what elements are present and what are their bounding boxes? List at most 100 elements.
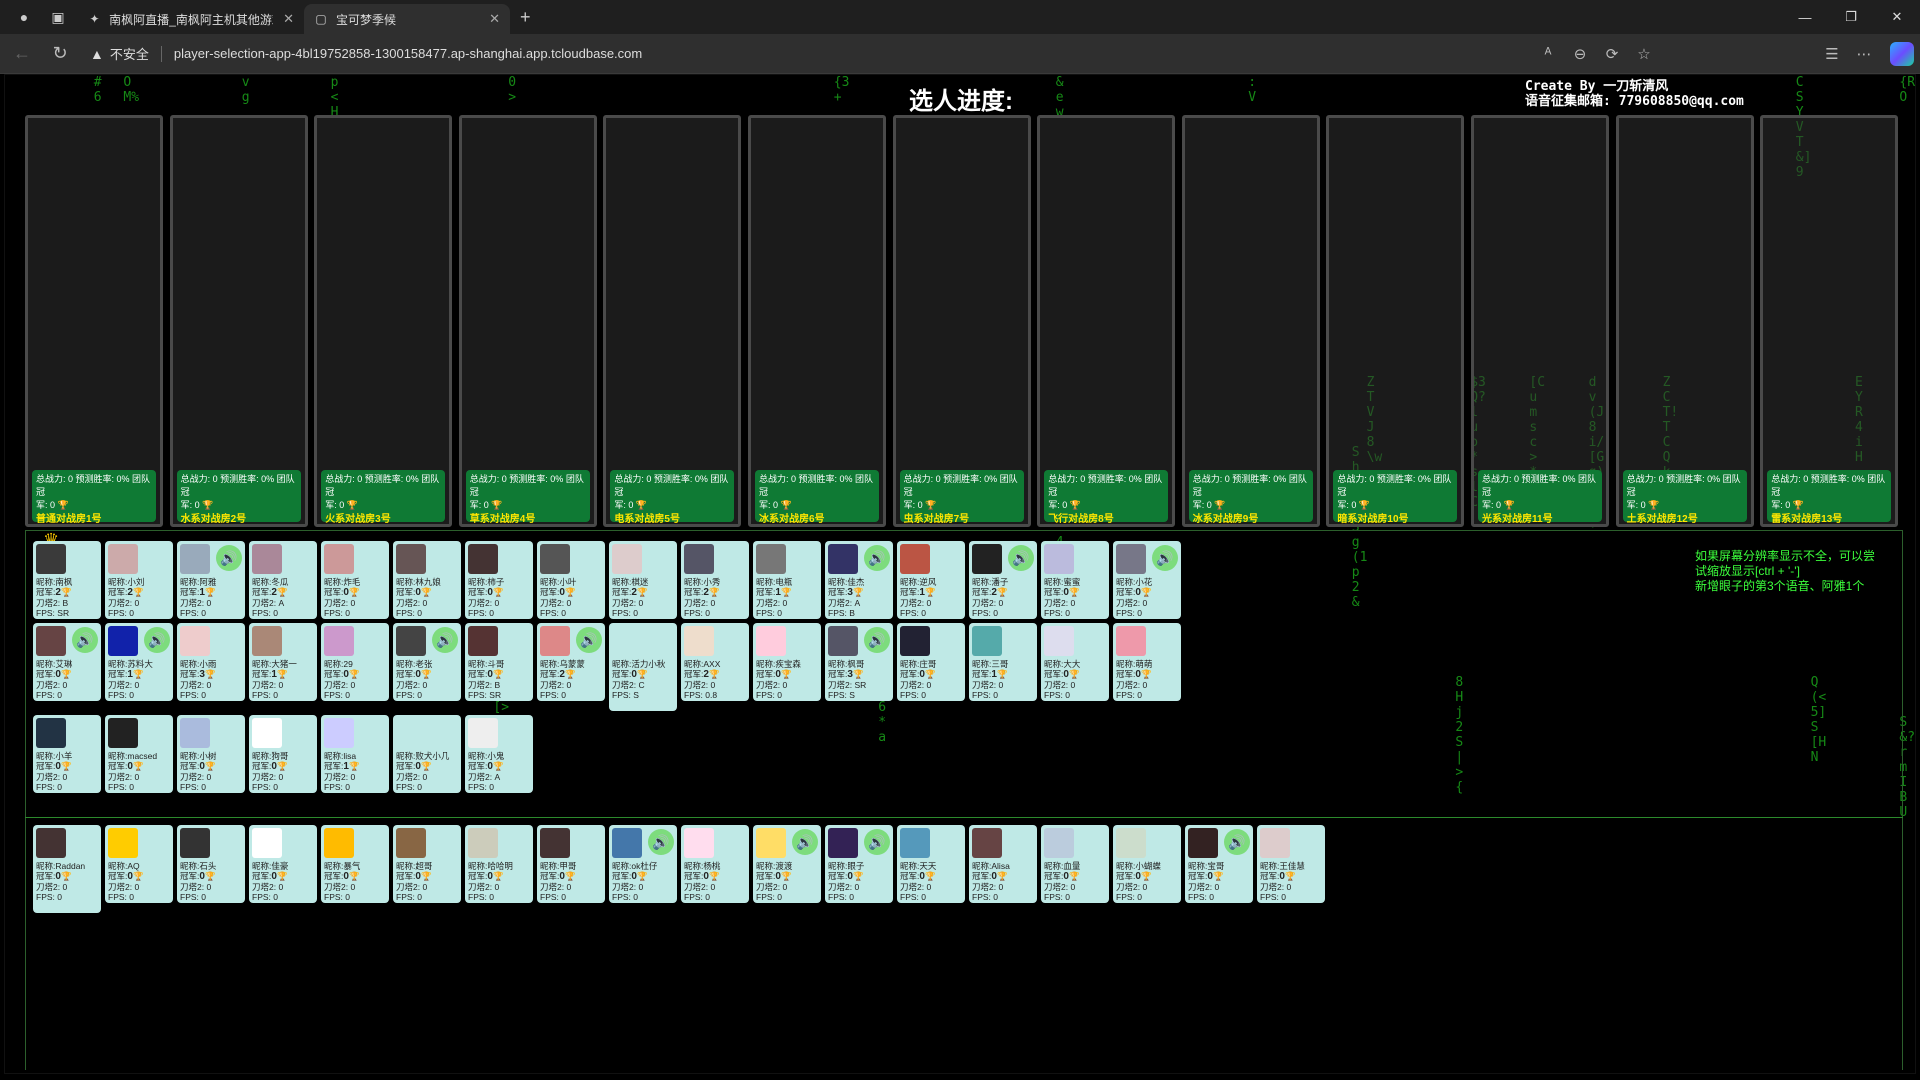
player-card[interactable]: 昵称:狗哥 冠军:0🏆 刀塔2: 0 FPS: 0 bbox=[249, 715, 317, 793]
player-card[interactable]: 昵称:石头 冠军:0🏆 刀塔2: 0 FPS: 0 bbox=[177, 825, 245, 903]
player-card[interactable]: 🔊 昵称:老张 冠军:0🏆 刀塔2: 0 FPS: 0 bbox=[393, 623, 461, 701]
battle-room[interactable]: 总战力: 0 预测胜率: 0% 团队冠 军: 0 🏆 光系对战房11号 bbox=[1471, 115, 1609, 527]
player-card[interactable]: 🔊 昵称:小花 冠军:0🏆 刀塔2: 0 FPS: 0 bbox=[1113, 541, 1181, 619]
favorite-star-icon[interactable]: ☆ bbox=[1628, 45, 1660, 63]
battle-room[interactable]: 总战力: 0 预测胜率: 0% 团队冠 军: 0 🏆 普通对战房1号 bbox=[25, 115, 163, 527]
speaker-icon[interactable]: 🔊 bbox=[864, 627, 890, 653]
speaker-icon[interactable]: 🔊 bbox=[1008, 545, 1034, 571]
player-card[interactable]: 昵称:冬瓜 冠军:2🏆 刀塔2: A FPS: 0 bbox=[249, 541, 317, 619]
player-card[interactable]: 昵称:小雨 冠军:3🏆 刀塔2: 0 FPS: 0 bbox=[177, 623, 245, 701]
player-card[interactable]: 昵称:macsed 冠军:0🏆 刀塔2: 0 FPS: 0 bbox=[105, 715, 173, 793]
player-card[interactable]: 昵称:疾宝森 冠军:0🏆 刀塔2: 0 FPS: 0 bbox=[753, 623, 821, 701]
player-card[interactable]: 昵称:Alisa 冠军:0🏆 刀塔2: 0 FPS: 0 bbox=[969, 825, 1037, 903]
player-card[interactable]: 🔊 昵称:宝哥 冠军:0🏆 刀塔2: 0 FPS: 0 bbox=[1185, 825, 1253, 903]
battle-room[interactable]: 总战力: 0 预测胜率: 0% 团队冠 军: 0 🏆 冰系对战房9号 bbox=[1181, 115, 1320, 527]
speaker-icon[interactable]: 🔊 bbox=[576, 627, 602, 653]
speaker-icon[interactable]: 🔊 bbox=[144, 627, 170, 653]
player-card[interactable]: 昵称:杨桃 冠军:0🏆 刀塔2: 0 FPS: 0 bbox=[681, 825, 749, 903]
battle-room[interactable]: 总战力: 0 预测胜率: 0% 团队冠 军: 0 🏆 冰系对战房6号 bbox=[748, 115, 886, 527]
player-card[interactable]: 🔊 昵称:艾琳 冠军:0🏆 刀塔2: 0 FPS: 0 bbox=[33, 623, 101, 701]
player-card[interactable]: 昵称:逆风 冠军:1🏆 刀塔2: 0 FPS: 0 bbox=[897, 541, 965, 619]
copilot-icon[interactable] bbox=[1890, 42, 1914, 66]
tab-actions-icon[interactable]: ▣ bbox=[48, 7, 68, 27]
battle-room[interactable]: 总战力: 0 预测胜率: 0% 团队冠 军: 0 🏆 雷系对战房13号 bbox=[1760, 115, 1899, 527]
player-card[interactable]: 昵称:甲哥 冠军:0🏆 刀塔2: 0 FPS: 0 bbox=[537, 825, 605, 903]
tab-close-icon[interactable]: ✕ bbox=[283, 11, 294, 27]
player-card[interactable]: 昵称:庄哥 冠军:0🏆 刀塔2: 0 FPS: 0 bbox=[897, 623, 965, 701]
minimize-icon[interactable]: — bbox=[1782, 0, 1828, 34]
security-label[interactable]: 不安全 bbox=[110, 44, 149, 63]
player-card[interactable]: 🔊 昵称:阿雅 冠军:1🏆 刀塔2: 0 FPS: 0 bbox=[177, 541, 245, 619]
player-card[interactable]: 昵称:天天 冠军:0🏆 刀塔2: 0 FPS: 0 bbox=[897, 825, 965, 903]
player-card[interactable]: 昵称:败犬小几 冠军:0🏆 刀塔2: 0 FPS: 0 bbox=[393, 715, 461, 793]
player-card[interactable]: 🔊 昵称:眼子 冠军:0🏆 刀塔2: 0 FPS: 0 bbox=[825, 825, 893, 903]
player-card[interactable]: 🔊 昵称:渡渡 冠军:0🏆 刀塔2: 0 FPS: 0 bbox=[753, 825, 821, 903]
player-card[interactable]: 🔊 昵称:ok杜仔 冠军:0🏆 刀塔2: 0 FPS: 0 bbox=[609, 825, 677, 903]
player-card[interactable]: 🔊 昵称:苏料大 冠军:1🏆 刀塔2: 0 FPS: 0 bbox=[105, 623, 173, 701]
battle-room[interactable]: 总战力: 0 预测胜率: 0% 团队冠 军: 0 🏆 草系对战房4号 bbox=[458, 115, 597, 527]
speaker-icon[interactable]: 🔊 bbox=[648, 829, 674, 855]
player-card[interactable]: 昵称:小叶 冠军:0🏆 刀塔2: 0 FPS: 0 bbox=[537, 541, 605, 619]
omnibox[interactable]: ▲ 不安全 player-selection-app-4bl19752858-1… bbox=[90, 39, 1650, 69]
favorites-icon[interactable]: ☰ bbox=[1816, 45, 1848, 63]
battle-room[interactable]: 总战力: 0 预测胜率: 0% 团队冠 军: 0 🏆 暗系对战房10号 bbox=[1326, 115, 1465, 527]
tab-close-icon[interactable]: ✕ bbox=[489, 11, 500, 27]
player-card[interactable]: 昵称:小鬼 冠军:0🏆 刀塔2: A FPS: 0 bbox=[465, 715, 533, 793]
player-card[interactable]: 昵称:lisa 冠军:1🏆 刀塔2: 0 FPS: 0 bbox=[321, 715, 389, 793]
battle-room[interactable]: 总战力: 0 预测胜率: 0% 团队冠 军: 0 🏆 飞行对战房8号 bbox=[1037, 115, 1176, 527]
player-card[interactable]: 昵称:AQ 冠军:0🏆 刀塔2: 0 FPS: 0 bbox=[105, 825, 173, 903]
player-card[interactable]: 昵称:电瓶 冠军:1🏆 刀塔2: 0 FPS: 0 bbox=[753, 541, 821, 619]
player-card[interactable]: 🔊 昵称:乌蒙蒙 冠军:2🏆 刀塔2: 0 FPS: 0 bbox=[537, 623, 605, 701]
player-card[interactable]: 昵称:Raddan 冠军:0🏆 刀塔2: 0 FPS: 0 bbox=[33, 825, 101, 913]
battle-room[interactable]: 总战力: 0 预测胜率: 0% 团队冠 军: 0 🏆 火系对战房3号 bbox=[314, 115, 453, 527]
speaker-icon[interactable]: 🔊 bbox=[432, 627, 458, 653]
player-card[interactable]: 昵称:棋迷 冠军:2🏆 刀塔2: 0 FPS: 0 bbox=[609, 541, 677, 619]
player-card[interactable]: 昵称:AXX 冠军:2🏆 刀塔2: 0 FPS: 0.8 bbox=[681, 623, 749, 701]
back-icon[interactable]: ← bbox=[6, 38, 38, 70]
player-card[interactable]: 昵称:三哥 冠军:1🏆 刀塔2: 0 FPS: 0 bbox=[969, 623, 1037, 701]
new-tab-icon[interactable]: + bbox=[520, 7, 531, 28]
player-card[interactable]: 昵称:小秀 冠军:2🏆 刀塔2: 0 FPS: 0 bbox=[681, 541, 749, 619]
restore-icon[interactable]: ❐ bbox=[1828, 0, 1874, 34]
player-card[interactable]: 昵称:炸毛 冠军:0🏆 刀塔2: 0 FPS: 0 bbox=[321, 541, 389, 619]
close-window-icon[interactable]: ✕ bbox=[1874, 0, 1920, 34]
player-card[interactable]: 昵称:蜜蜜 冠军:0🏆 刀塔2: 0 FPS: 0 bbox=[1041, 541, 1109, 619]
player-card[interactable]: 昵称:哈哈明 冠军:0🏆 刀塔2: 0 FPS: 0 bbox=[465, 825, 533, 903]
player-card[interactable]: 🔊 昵称:佳杰 冠军:3🏆 刀塔2: A FPS: B bbox=[825, 541, 893, 619]
player-card[interactable]: 昵称:小树 冠军:0🏆 刀塔2: 0 FPS: 0 bbox=[177, 715, 245, 793]
tab-nanfeng[interactable]: ✦ 南枫阿直播_南枫阿主机其他游戏 ✕ bbox=[78, 4, 304, 34]
player-card[interactable]: 昵称:大大 冠军:0🏆 刀塔2: 0 FPS: 0 bbox=[1041, 623, 1109, 701]
player-card[interactable]: 昵称:王佳慧 冠军:0🏆 刀塔2: 0 FPS: 0 bbox=[1257, 825, 1325, 903]
battle-room[interactable]: 总战力: 0 预测胜率: 0% 团队冠 军: 0 🏆 电系对战房5号 bbox=[603, 115, 742, 527]
url-text[interactable]: player-selection-app-4bl19752858-1300158… bbox=[174, 46, 642, 61]
player-card[interactable]: 🔊 昵称:枫哥 冠军:3🏆 刀塔2: SR FPS: S bbox=[825, 623, 893, 701]
zoom-icon[interactable]: ⊖ bbox=[1564, 45, 1596, 63]
speaker-icon[interactable]: 🔊 bbox=[864, 545, 890, 571]
battle-room[interactable]: 总战力: 0 预测胜率: 0% 团队冠 军: 0 🏆 水系对战房2号 bbox=[169, 115, 308, 527]
player-card[interactable]: 🔊 昵称:潘子 冠军:2🏆 刀塔2: 0 FPS: 0 bbox=[969, 541, 1037, 619]
speaker-icon[interactable]: 🔊 bbox=[1152, 545, 1178, 571]
speaker-icon[interactable]: 🔊 bbox=[1224, 829, 1250, 855]
player-card[interactable]: 昵称:小羊 冠军:0🏆 刀塔2: 0 FPS: 0 bbox=[33, 715, 101, 793]
speaker-icon[interactable]: 🔊 bbox=[864, 829, 890, 855]
translate-icon[interactable]: ⟳ bbox=[1596, 45, 1628, 63]
player-card[interactable]: 昵称:超哥 冠军:0🏆 刀塔2: 0 FPS: 0 bbox=[393, 825, 461, 903]
speaker-icon[interactable]: 🔊 bbox=[72, 627, 98, 653]
tab-pokemon[interactable]: ▢ 宝可梦季候 ✕ bbox=[304, 4, 510, 34]
speaker-icon[interactable]: 🔊 bbox=[792, 829, 818, 855]
player-card[interactable]: 昵称:活力小秋 冠军:0🏆 刀塔2: C FPS: S bbox=[609, 623, 677, 711]
read-aloud-icon[interactable]: ᴬ bbox=[1532, 45, 1564, 63]
player-card[interactable]: 昵称:小刘 冠军:2🏆 刀塔2: 0 FPS: 0 bbox=[105, 541, 173, 619]
battle-room[interactable]: 总战力: 0 预测胜率: 0% 团队冠 军: 0 🏆 虫系对战房7号 bbox=[892, 115, 1031, 527]
player-card[interactable]: 昵称:大猪一 冠军:1🏆 刀塔2: 0 FPS: 0 bbox=[249, 623, 317, 701]
player-card[interactable]: 昵称:萌萌 冠军:0🏆 刀塔2: 0 FPS: 0 bbox=[1113, 623, 1181, 701]
battle-room[interactable]: 总战力: 0 预测胜率: 0% 团队冠 军: 0 🏆 土系对战房12号 bbox=[1615, 115, 1754, 527]
refresh-icon[interactable]: ↻ bbox=[44, 38, 76, 70]
more-icon[interactable]: ⋯ bbox=[1848, 45, 1880, 63]
profile-icon[interactable]: ● bbox=[14, 7, 34, 27]
player-card[interactable]: 昵称:暴气 冠军:0🏆 刀塔2: 0 FPS: 0 bbox=[321, 825, 389, 903]
player-card[interactable]: 昵称:林九娘 冠军:0🏆 刀塔2: 0 FPS: 0 bbox=[393, 541, 461, 619]
player-card[interactable]: 昵称:29 冠军:0🏆 刀塔2: 0 FPS: 0 bbox=[321, 623, 389, 701]
speaker-icon[interactable]: 🔊 bbox=[216, 545, 242, 571]
player-card[interactable]: 昵称:斗哥 冠军:0🏆 刀塔2: B FPS: SR bbox=[465, 623, 533, 701]
